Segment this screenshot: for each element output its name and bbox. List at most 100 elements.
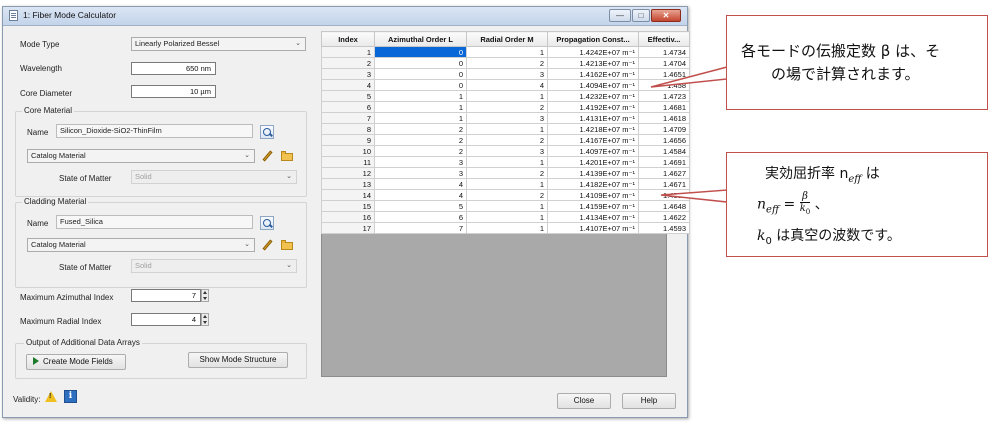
table-row[interactable]: 11 3 1 1.4201E+07 m⁻¹ 1.4691 (321, 156, 690, 168)
table-cell[interactable]: 2 (321, 57, 375, 69)
table-cell[interactable]: 1.4709 (638, 123, 690, 135)
table-cell[interactable]: 5 (374, 200, 467, 212)
table-cell[interactable]: 3 (374, 156, 467, 168)
table-cell[interactable]: 0 (374, 46, 467, 58)
table-row[interactable]: 5 1 1 1.4232E+07 m⁻¹ 1.4723 (321, 90, 690, 102)
table-cell[interactable]: 1.4648 (638, 200, 690, 212)
table-cell[interactable]: 1.4097E+07 m⁻¹ (547, 145, 639, 157)
table-cell[interactable]: 2 (466, 101, 548, 113)
table-cell[interactable]: 2 (466, 167, 548, 179)
table-cell[interactable]: 0 (374, 79, 467, 91)
table-cell[interactable]: 8 (321, 123, 375, 135)
table-cell[interactable]: 1.4192E+07 m⁻¹ (547, 101, 639, 113)
table-cell[interactable]: 1.4734 (638, 46, 690, 58)
table-cell[interactable]: 1.4584 (638, 145, 690, 157)
table-cell[interactable]: 15 (321, 200, 375, 212)
table-cell[interactable]: 1 (374, 90, 467, 102)
table-cell[interactable]: 1.4723 (638, 90, 690, 102)
table-cell[interactable]: 1.4656 (638, 134, 690, 146)
table-cell[interactable]: 1.4596 (638, 189, 690, 201)
table-cell[interactable]: 7 (321, 112, 375, 124)
core-diameter-input[interactable]: 10 µm (131, 85, 216, 98)
table-cell[interactable]: 3 (466, 112, 548, 124)
table-row[interactable]: 16 6 1 1.4134E+07 m⁻¹ 1.4622 (321, 211, 690, 223)
column-header[interactable]: Propagation Const... (547, 31, 639, 47)
table-cell[interactable]: 0 (374, 68, 467, 80)
table-cell[interactable]: 4 (466, 79, 548, 91)
table-row[interactable]: 13 4 1 1.4182E+07 m⁻¹ 1.4671 (321, 178, 690, 190)
table-cell[interactable]: 7 (374, 222, 467, 234)
table-cell[interactable]: 1 (466, 200, 548, 212)
table-cell[interactable]: 1 (374, 101, 467, 113)
column-header[interactable]: Index (321, 31, 375, 47)
table-cell[interactable]: 1.4162E+07 m⁻¹ (547, 68, 639, 80)
cladding-name-field[interactable]: Fused_Silica (56, 215, 253, 229)
table-row[interactable]: 2 0 2 1.4213E+07 m⁻¹ 1.4704 (321, 57, 690, 69)
column-header[interactable]: Effectiv... (638, 31, 690, 47)
info-icon[interactable]: i (64, 390, 77, 403)
table-cell[interactable]: 1.4671 (638, 178, 690, 190)
table-row[interactable]: 10 2 3 1.4097E+07 m⁻¹ 1.4584 (321, 145, 690, 157)
help-button[interactable]: Help (622, 393, 676, 409)
table-cell[interactable]: 10 (321, 145, 375, 157)
table-cell[interactable]: 2 (374, 145, 467, 157)
wavelength-input[interactable]: 650 nm (131, 62, 216, 75)
table-row[interactable]: 3 0 3 1.4162E+07 m⁻¹ 1.4651 (321, 68, 690, 80)
table-cell[interactable]: 4 (321, 79, 375, 91)
max-azimuthal-input[interactable]: 7 (131, 289, 201, 302)
table-cell[interactable]: 1.4704 (638, 57, 690, 69)
table-cell[interactable]: 1.4167E+07 m⁻¹ (547, 134, 639, 146)
table-cell[interactable]: 1 (466, 123, 548, 135)
table-cell[interactable]: 9 (321, 134, 375, 146)
maximize-button[interactable]: □ (632, 9, 650, 22)
table-cell[interactable]: 1.4159E+07 m⁻¹ (547, 200, 639, 212)
title-bar[interactable]: 1: Fiber Mode Calculator — □ ✕ (3, 7, 687, 26)
table-cell[interactable]: 1.4134E+07 m⁻¹ (547, 211, 639, 223)
table-cell[interactable]: 1 (466, 211, 548, 223)
table-cell[interactable]: 1.458 (638, 79, 690, 91)
core-name-field[interactable]: Silicon_Dioxide-SiO2-ThinFilm (56, 124, 253, 138)
table-cell[interactable]: 1.4622 (638, 211, 690, 223)
table-row[interactable]: 14 4 2 1.4109E+07 m⁻¹ 1.4596 (321, 189, 690, 201)
table-cell[interactable]: 3 (321, 68, 375, 80)
table-cell[interactable]: 1.4232E+07 m⁻¹ (547, 90, 639, 102)
table-cell[interactable]: 1.4651 (638, 68, 690, 80)
table-cell[interactable]: 16 (321, 211, 375, 223)
table-cell[interactable]: 1 (466, 178, 548, 190)
minimize-button[interactable]: — (609, 9, 631, 22)
table-row[interactable]: 4 0 4 1.4094E+07 m⁻¹ 1.458 (321, 79, 690, 91)
max-radial-input[interactable]: 4 (131, 313, 201, 326)
table-cell[interactable]: 1.4109E+07 m⁻¹ (547, 189, 639, 201)
core-catalog-select[interactable]: Catalog Material ⌄ (27, 149, 255, 163)
mode-results-table[interactable]: Index Azimuthal Order L Radial Order M Prop… (321, 31, 690, 234)
table-cell[interactable]: 5 (321, 90, 375, 102)
column-header[interactable]: Azimuthal Order L (374, 31, 467, 47)
table-cell[interactable]: 1.4242E+07 m⁻¹ (547, 46, 639, 58)
search-cladding-material-icon[interactable] (260, 216, 274, 230)
table-cell[interactable]: 1.4681 (638, 101, 690, 113)
table-cell[interactable]: 3 (466, 68, 548, 80)
table-cell[interactable]: 1.4218E+07 m⁻¹ (547, 123, 639, 135)
table-cell[interactable]: 17 (321, 222, 375, 234)
table-cell[interactable]: 14 (321, 189, 375, 201)
table-cell[interactable]: 2 (466, 57, 548, 69)
table-row[interactable]: 7 1 3 1.4131E+07 m⁻¹ 1.4618 (321, 112, 690, 124)
table-cell[interactable]: 1.4618 (638, 112, 690, 124)
table-cell[interactable]: 13 (321, 178, 375, 190)
column-header[interactable]: Radial Order M (466, 31, 548, 47)
table-cell[interactable]: 2 (466, 189, 548, 201)
table-cell[interactable]: 1 (374, 112, 467, 124)
edit-pencil-icon[interactable] (260, 149, 274, 163)
create-mode-fields-button[interactable]: Create Mode Fields (26, 354, 126, 370)
mode-type-select[interactable]: Linearly Polarized Bessel ⌄ (131, 37, 306, 51)
table-cell[interactable]: 1 (466, 222, 548, 234)
table-cell[interactable]: 6 (374, 211, 467, 223)
table-cell[interactable]: 2 (374, 134, 467, 146)
table-row[interactable]: 1 0 1 1.4242E+07 m⁻¹ 1.4734 (321, 46, 690, 58)
close-window-button[interactable]: ✕ (651, 9, 681, 22)
edit-pencil-icon[interactable] (260, 238, 274, 252)
table-cell[interactable]: 1.4107E+07 m⁻¹ (547, 222, 639, 234)
table-cell[interactable]: 1.4094E+07 m⁻¹ (547, 79, 639, 91)
table-cell[interactable]: 6 (321, 101, 375, 113)
max-azimuthal-spinner[interactable] (201, 289, 209, 302)
